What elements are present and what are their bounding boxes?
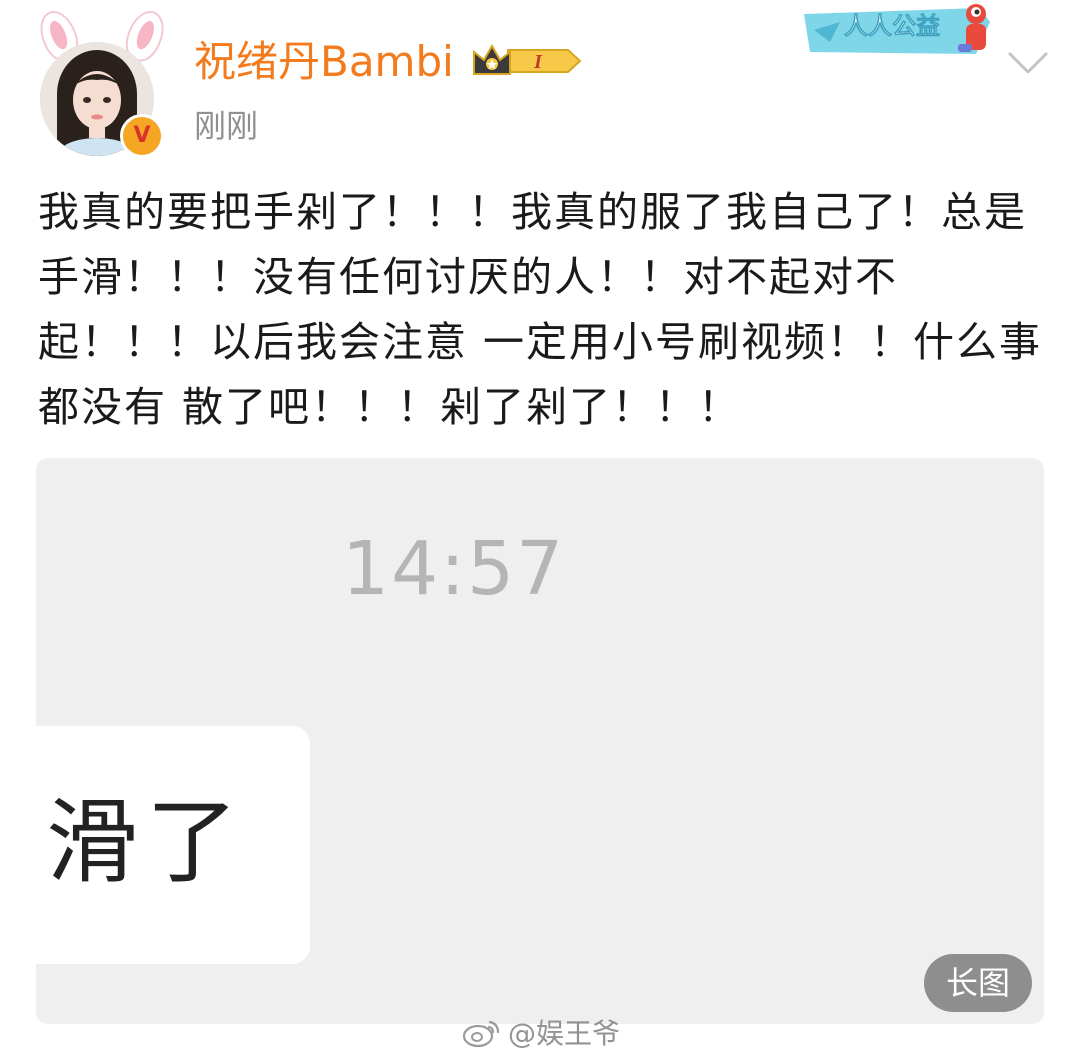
post-text: 我真的要把手剁了！！！我真的服了我自己了！总是手滑！！！没有任何讨厌的人！！对不… <box>38 188 1043 431</box>
author-name[interactable]: 祝绪丹Bambi <box>194 32 454 92</box>
screenshot-clock-time: 14:57 <box>342 526 566 612</box>
chat-bubble-text: 滑了 <box>46 789 247 896</box>
crown-icon[interactable]: I <box>468 38 588 84</box>
watermark: @娱王爷 <box>462 1010 620 1054</box>
watermark-text: @娱王爷 <box>508 1017 621 1050</box>
avatar-container[interactable]: V <box>28 5 171 160</box>
post-image[interactable]: 14:57 滑了 长图 <box>36 458 1044 1024</box>
long-image-tag[interactable]: 长图 <box>924 954 1032 1012</box>
chat-bubble: 滑了 <box>36 726 310 964</box>
charity-banner-text: 人人公益 <box>844 12 940 40</box>
level-badge-text: I <box>533 51 543 73</box>
charity-banner[interactable]: 人人公益 <box>800 0 1000 60</box>
chevron-down-icon[interactable] <box>1004 44 1052 80</box>
post-timestamp: 刚刚 <box>194 107 259 145</box>
weibo-logo-icon <box>462 1020 500 1048</box>
verified-v-icon: V <box>120 114 164 158</box>
